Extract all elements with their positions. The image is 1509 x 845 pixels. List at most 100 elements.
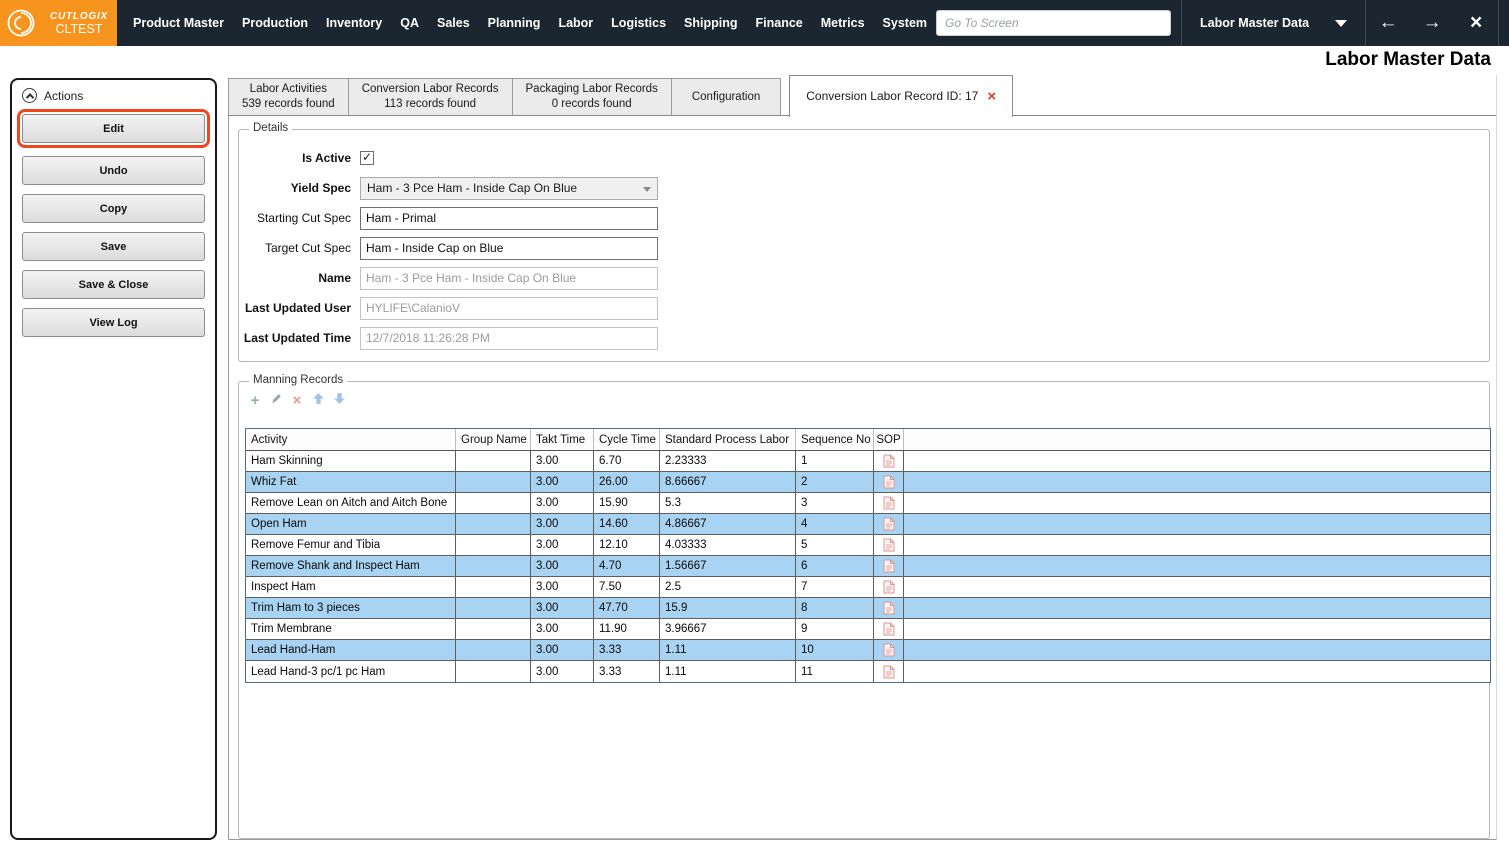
table-row[interactable]: Remove Shank and Inspect Ham 3.00 4.70 1… <box>246 556 1490 577</box>
tab-labor-activities[interactable]: Labor Activities 539 records found <box>228 78 349 115</box>
tab-conversion-labor-record-17[interactable]: Conversion Labor Record ID: 17 × <box>789 75 1014 117</box>
tab-conversion-labor-records[interactable]: Conversion Labor Records 113 records fou… <box>347 78 513 115</box>
table-row[interactable]: Trim Ham to 3 pieces 3.00 47.70 15.9 8 <box>246 598 1490 619</box>
menu-item[interactable]: Product Master <box>124 16 233 30</box>
menu-item[interactable]: Production <box>233 16 317 30</box>
save-close-button[interactable]: Save & Close <box>22 270 205 299</box>
add-row-button[interactable]: + <box>247 392 263 408</box>
menu-item[interactable]: System <box>874 16 936 30</box>
move-up-button[interactable] <box>310 392 326 408</box>
copy-button[interactable]: Copy <box>22 194 205 223</box>
cell-sop <box>874 598 904 618</box>
menu-item[interactable]: Shipping <box>675 16 746 30</box>
column-header-filler <box>904 429 1490 450</box>
view-log-button[interactable]: View Log <box>22 308 205 337</box>
table-row[interactable]: Inspect Ham 3.00 7.50 2.5 7 <box>246 577 1490 598</box>
checkmark-icon: ✓ <box>361 150 373 164</box>
starting-cut-spec-input[interactable] <box>360 206 658 230</box>
column-header-group-name[interactable]: Group Name <box>456 429 531 450</box>
table-row[interactable]: Trim Membrane 3.00 11.90 3.96667 9 <box>246 619 1490 640</box>
menu-item[interactable]: QA <box>391 16 428 30</box>
is-active-row: Is Active ✓ <box>239 143 1489 173</box>
cell-activity: Ham Skinning <box>246 451 456 471</box>
favorite-button[interactable]: ★ <box>1499 0 1509 46</box>
cell-activity: Trim Ham to 3 pieces <box>246 598 456 618</box>
sop-document-icon[interactable] <box>883 643 895 657</box>
target-cut-spec-input[interactable] <box>360 236 658 260</box>
sop-document-icon[interactable] <box>883 601 895 615</box>
name-row: Name <box>239 263 1489 293</box>
menu-item[interactable]: Labor <box>549 16 602 30</box>
cell-group-name <box>456 493 531 513</box>
table-row[interactable]: Remove Lean on Aitch and Aitch Bone 3.00… <box>246 493 1490 514</box>
screen-selector-dropdown[interactable]: Labor Master Data <box>1182 0 1365 46</box>
sop-document-icon[interactable] <box>883 454 895 468</box>
cell-sequence-no: 7 <box>796 577 874 597</box>
column-header-sequence-no[interactable]: Sequence No <box>796 429 874 450</box>
sop-document-icon[interactable] <box>883 475 895 489</box>
sop-document-icon[interactable] <box>883 517 895 531</box>
cell-sequence-no: 5 <box>796 535 874 555</box>
topbar-right-group: Labor Master Data ← → × ★ <box>936 0 1509 46</box>
cell-filler <box>904 514 1490 534</box>
cell-cycle-time: 7.50 <box>594 577 660 597</box>
table-row[interactable]: Open Ham 3.00 14.60 4.86667 4 <box>246 514 1490 535</box>
cell-sop <box>874 661 904 682</box>
cell-cycle-time: 4.70 <box>594 556 660 576</box>
menu-item[interactable]: Planning <box>479 16 550 30</box>
cell-cycle-time: 14.60 <box>594 514 660 534</box>
cell-takt-time: 3.00 <box>531 598 594 618</box>
go-to-screen-input[interactable] <box>936 10 1172 36</box>
table-row[interactable]: Remove Femur and Tibia 3.00 12.10 4.0333… <box>246 535 1490 556</box>
menu-item[interactable]: Finance <box>747 16 812 30</box>
name-input <box>360 266 658 290</box>
move-down-button[interactable] <box>331 392 347 408</box>
cell-standard-process-labor: 15.9 <box>660 598 796 618</box>
cell-filler <box>904 661 1490 682</box>
edit-button[interactable]: Edit <box>17 109 210 148</box>
cell-filler <box>904 472 1490 492</box>
table-row[interactable]: Whiz Fat 3.00 26.00 8.66667 2 <box>246 472 1490 493</box>
menu-item[interactable]: Metrics <box>812 16 874 30</box>
table-row[interactable]: Lead Hand-3 pc/1 pc Ham 3.00 3.33 1.11 1… <box>246 661 1490 682</box>
sop-document-icon[interactable] <box>883 538 895 552</box>
back-button[interactable]: ← <box>1366 0 1410 46</box>
cell-activity: Lead Hand-3 pc/1 pc Ham <box>246 661 456 682</box>
column-header-cycle-time[interactable]: Cycle Time <box>594 429 660 450</box>
sop-document-icon[interactable] <box>883 665 895 679</box>
cell-filler <box>904 598 1490 618</box>
column-header-activity[interactable]: Activity <box>246 429 456 450</box>
target-cut-spec-row: Target Cut Spec <box>239 233 1489 263</box>
sop-document-icon[interactable] <box>883 580 895 594</box>
forward-button[interactable]: → <box>1410 0 1454 46</box>
target-cut-spec-label: Target Cut Spec <box>264 241 351 255</box>
column-header-takt-time[interactable]: Takt Time <box>531 429 594 450</box>
pencil-icon <box>270 392 283 408</box>
sop-document-icon[interactable] <box>883 496 895 510</box>
column-header-standard-process-labor[interactable]: Standard Process Labor <box>660 429 796 450</box>
save-button[interactable]: Save <box>22 232 205 261</box>
sop-document-icon[interactable] <box>883 622 895 636</box>
delete-row-button[interactable]: × <box>289 392 305 408</box>
menu-item[interactable]: Inventory <box>317 16 391 30</box>
table-row[interactable]: Lead Hand-Ham 3.00 3.33 1.11 10 <box>246 640 1490 661</box>
menu-item[interactable]: Sales <box>428 16 479 30</box>
column-header-sop[interactable]: SOP <box>874 429 904 450</box>
is-active-checkbox[interactable]: ✓ <box>360 151 374 165</box>
menu-item[interactable]: Logistics <box>602 16 675 30</box>
yield-spec-row: Yield Spec Ham - 3 Pce Ham - Inside Cap … <box>239 173 1489 203</box>
edit-row-button[interactable] <box>268 392 284 408</box>
undo-button[interactable]: Undo <box>22 156 205 185</box>
close-screen-button[interactable]: × <box>1454 0 1498 46</box>
arrow-down-icon <box>333 392 346 408</box>
table-row[interactable]: Ham Skinning 3.00 6.70 2.23333 1 <box>246 451 1490 472</box>
close-tab-icon[interactable]: × <box>987 89 996 104</box>
tab-configuration[interactable]: Configuration <box>670 78 782 115</box>
sop-document-icon[interactable] <box>883 559 895 573</box>
cell-sequence-no: 8 <box>796 598 874 618</box>
yield-spec-dropdown[interactable]: Ham - 3 Pce Ham - Inside Cap On Blue <box>360 176 658 200</box>
tab-packaging-labor-records[interactable]: Packaging Labor Records 0 records found <box>511 78 672 115</box>
actions-panel-header: Actions <box>12 80 215 114</box>
collapse-panel-button[interactable] <box>22 88 37 103</box>
cell-takt-time: 3.00 <box>531 577 594 597</box>
